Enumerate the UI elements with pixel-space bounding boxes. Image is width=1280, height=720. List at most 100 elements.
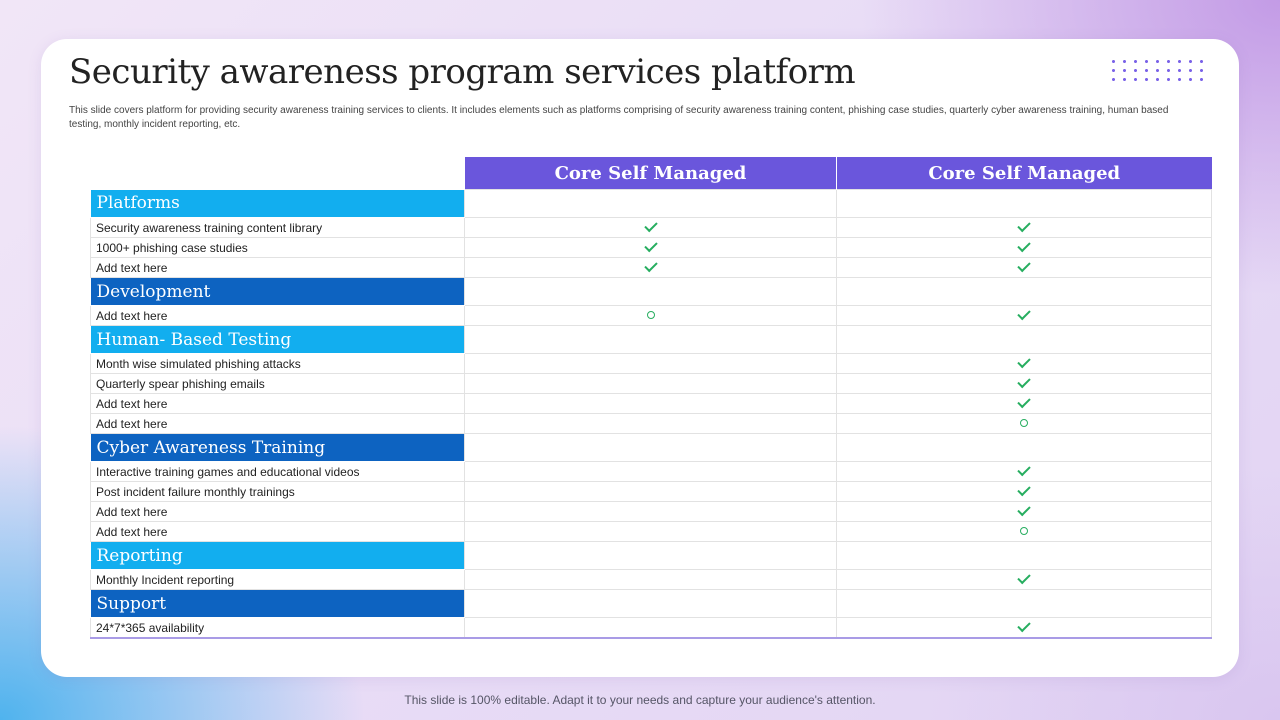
check-icon <box>643 221 659 233</box>
feature-label: Security awareness training content libr… <box>90 217 465 238</box>
table-row: Monthly Incident reporting <box>90 569 1212 590</box>
check-icon <box>1016 221 1032 233</box>
section-row: Human- Based Testing <box>90 325 1212 354</box>
table-row: 1000+ phishing case studies <box>90 237 1212 258</box>
feature-mark-cell <box>464 393 837 414</box>
table-row: Interactive training games and education… <box>90 461 1212 482</box>
table-row: Add text here <box>90 521 1212 542</box>
feature-mark-cell <box>464 413 837 434</box>
feature-mark-cell <box>836 353 1212 374</box>
feature-mark-cell <box>836 237 1212 258</box>
feature-mark-cell <box>464 501 837 522</box>
table-row: Post incident failure monthly trainings <box>90 481 1212 502</box>
section-title: Human- Based Testing <box>90 325 465 354</box>
feature-mark-cell <box>464 305 837 326</box>
check-icon <box>1016 241 1032 253</box>
feature-mark-cell <box>836 257 1212 278</box>
section-empty-cell <box>836 277 1212 306</box>
table-row: Add text here <box>90 501 1212 522</box>
check-icon <box>1016 261 1032 273</box>
section-title: Reporting <box>90 541 465 570</box>
feature-label: Interactive training games and education… <box>90 461 465 482</box>
table-row: 24*7*365 availability <box>90 617 1212 639</box>
feature-label: Month wise simulated phishing attacks <box>90 353 465 374</box>
section-row: Development <box>90 277 1212 306</box>
column-header: Core Self Managed <box>464 157 837 190</box>
feature-mark-cell <box>464 257 837 278</box>
circle-icon <box>1016 417 1032 429</box>
feature-mark-cell <box>836 305 1212 326</box>
feature-mark-cell <box>836 461 1212 482</box>
section-row: Reporting <box>90 541 1212 570</box>
feature-mark-cell <box>836 413 1212 434</box>
feature-mark-cell <box>836 393 1212 414</box>
check-icon <box>1016 505 1032 517</box>
table-row: Add text here <box>90 257 1212 278</box>
section-row: Cyber Awareness Training <box>90 433 1212 462</box>
section-empty-cell <box>464 277 837 306</box>
feature-mark-cell <box>836 617 1212 639</box>
feature-label: Add text here <box>90 305 465 326</box>
check-icon <box>1016 357 1032 369</box>
section-empty-cell <box>464 589 837 618</box>
table-row: Add text here <box>90 413 1212 434</box>
table-row: Security awareness training content libr… <box>90 217 1212 238</box>
feature-label: 1000+ phishing case studies <box>90 237 465 258</box>
section-title: Support <box>90 589 465 618</box>
feature-mark-cell <box>836 373 1212 394</box>
decorative-dot-grid <box>1108 57 1208 85</box>
circle-icon <box>643 309 659 321</box>
feature-mark-cell <box>464 461 837 482</box>
table-row: Quarterly spear phishing emails <box>90 373 1212 394</box>
section-empty-cell <box>464 325 837 354</box>
feature-label: 24*7*365 availability <box>90 617 465 639</box>
check-icon <box>1016 485 1032 497</box>
comparison-table: Core Self Managed Core Self Managed Plat… <box>90 157 1212 639</box>
check-icon <box>1016 465 1032 477</box>
check-icon <box>1016 621 1032 633</box>
table-header-row: Core Self Managed Core Self Managed <box>91 157 1212 190</box>
section-title: Cyber Awareness Training <box>90 433 465 462</box>
feature-label: Add text here <box>90 501 465 522</box>
section-empty-cell <box>836 541 1212 570</box>
feature-label: Monthly Incident reporting <box>90 569 465 590</box>
feature-label: Quarterly spear phishing emails <box>90 373 465 394</box>
slide-title: Security awareness program services plat… <box>69 52 856 92</box>
section-empty-cell <box>464 433 837 462</box>
feature-mark-cell <box>836 501 1212 522</box>
section-row: Support <box>90 589 1212 618</box>
feature-mark-cell <box>464 217 837 238</box>
section-empty-cell <box>836 325 1212 354</box>
feature-label: Add text here <box>90 413 465 434</box>
slide-footer: This slide is 100% editable. Adapt it to… <box>404 693 876 707</box>
section-empty-cell <box>464 541 837 570</box>
section-row: Platforms <box>90 189 1212 218</box>
feature-mark-cell <box>836 217 1212 238</box>
feature-mark-cell <box>836 569 1212 590</box>
feature-label: Post incident failure monthly trainings <box>90 481 465 502</box>
feature-mark-cell <box>464 617 837 639</box>
check-icon <box>643 261 659 273</box>
table-body: Platforms Security awareness training con… <box>90 189 1212 639</box>
circle-icon <box>1016 525 1032 537</box>
section-empty-cell <box>464 189 837 218</box>
feature-mark-cell <box>464 569 837 590</box>
check-icon <box>1016 573 1032 585</box>
feature-mark-cell <box>464 373 837 394</box>
check-icon <box>1016 309 1032 321</box>
section-title: Development <box>90 277 465 306</box>
feature-label: Add text here <box>90 257 465 278</box>
section-title: Platforms <box>90 189 465 218</box>
feature-mark-cell <box>464 481 837 502</box>
feature-label: Add text here <box>90 393 465 414</box>
slide-subtitle: This slide covers platform for providing… <box>69 105 1169 130</box>
feature-mark-cell <box>836 481 1212 502</box>
feature-mark-cell <box>464 521 837 542</box>
check-icon <box>1016 397 1032 409</box>
feature-mark-cell <box>836 521 1212 542</box>
feature-label: Add text here <box>90 521 465 542</box>
check-icon <box>643 241 659 253</box>
table-row: Add text here <box>90 393 1212 414</box>
feature-mark-cell <box>464 353 837 374</box>
check-icon <box>1016 377 1032 389</box>
